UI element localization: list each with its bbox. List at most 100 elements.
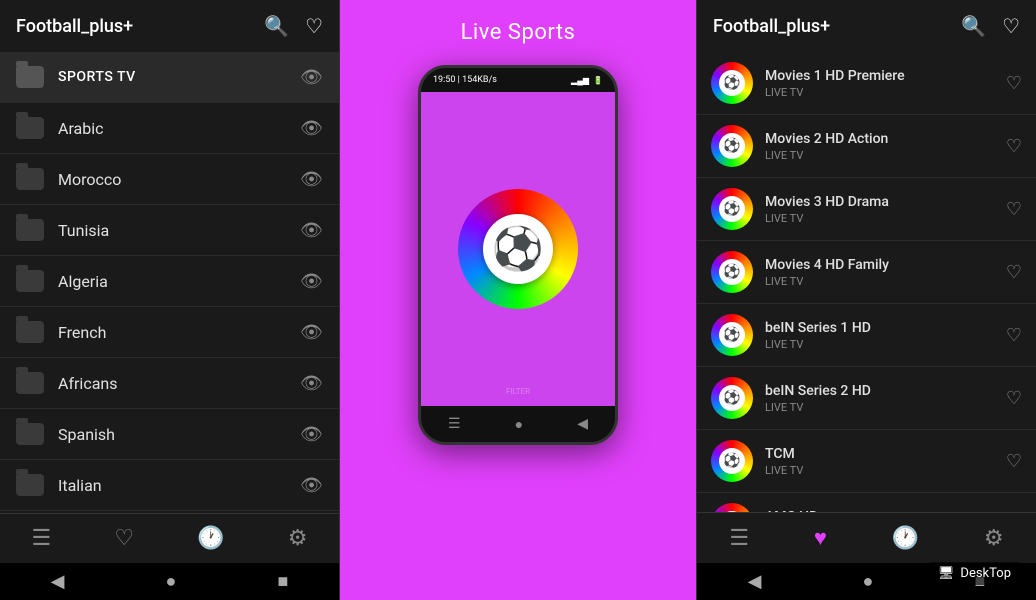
channel-title-movies3: Movies 3 HD Drama — [765, 194, 1006, 210]
right-bottom-nav: ☰ ♥ 🕐 ⚙ — [697, 512, 1036, 563]
channel-item-movies2[interactable]: ⚽ Movies 2 HD Action LIVE TV ♡ — [697, 115, 1036, 178]
left-nav-bar: ◀ ● ■ — [0, 563, 339, 600]
channel-item-bein2[interactable]: ⚽ beIN Series 2 HD LIVE TV ♡ — [697, 367, 1036, 430]
eye-icon-algeria[interactable]: 👁 — [300, 271, 323, 292]
left-nav-heart-icon[interactable]: ♡ — [114, 526, 134, 551]
channel-item-africans[interactable]: Africans 👁 — [0, 358, 339, 409]
heart-tcm[interactable]: ♡ — [1006, 451, 1022, 472]
eye-icon-morocco[interactable]: 👁 — [300, 169, 323, 190]
left-settings-icon[interactable]: ⚙ — [288, 526, 308, 551]
channel-logo-inner-tcm: ⚽ — [719, 448, 745, 474]
right-title: Football_plus+ — [713, 16, 830, 37]
left-panel: Football_plus+ 🔍 ♡ SPORTS TV 👁 Arabic 👁 … — [0, 0, 340, 600]
channel-item-bein1[interactable]: ⚽ beIN Series 1 HD LIVE TV ♡ — [697, 304, 1036, 367]
heart-bein2[interactable]: ♡ — [1006, 388, 1022, 409]
folder-icon-africans — [16, 372, 44, 394]
eye-icon-french[interactable]: 👁 — [300, 322, 323, 343]
left-search-icon[interactable]: 🔍 — [264, 14, 289, 38]
phone-screen: ⚽ FILTER — [421, 92, 615, 406]
eye-icon-tunisia[interactable]: 👁 — [300, 220, 323, 241]
right-settings-icon[interactable]: ⚙ — [984, 526, 1004, 551]
channel-subtitle-tcm: LIVE TV — [765, 464, 1006, 477]
channel-item-sports-tv[interactable]: SPORTS TV 👁 — [0, 52, 339, 103]
channel-item-tcm[interactable]: ⚽ TCM LIVE TV ♡ — [697, 430, 1036, 493]
watermark-icon: 🖥 — [938, 566, 955, 581]
left-bottom-nav: ☰ ♡ 🕐 ⚙ — [0, 513, 339, 563]
eye-icon-italian[interactable]: 👁 — [300, 475, 323, 496]
watermark-label: DeskTop — [960, 566, 1011, 581]
heart-movies2[interactable]: ♡ — [1006, 136, 1022, 157]
channel-item-arabic[interactable]: Arabic 👁 — [0, 103, 339, 154]
channel-title-tcm: TCM — [765, 446, 1006, 462]
right-back-btn[interactable]: ◀ — [748, 571, 762, 592]
channel-info-movies4: Movies 4 HD Family LIVE TV — [765, 257, 1006, 288]
channel-logo-inner-bein1: ⚽ — [719, 322, 745, 348]
folder-icon-italian — [16, 474, 44, 496]
channel-item-french[interactable]: French 👁 — [0, 307, 339, 358]
left-home-btn[interactable]: ● — [166, 571, 177, 592]
folder-icon-spanish — [16, 423, 44, 445]
channel-info-movies1: Movies 1 HD Premiere LIVE TV — [765, 68, 1006, 99]
heart-movies1[interactable]: ♡ — [1006, 73, 1022, 94]
eye-icon-sports-tv[interactable]: 👁 — [300, 67, 323, 88]
channel-logo-inner-movies3: ⚽ — [719, 196, 745, 222]
phone-bottom-nav: ☰ ● ◀ — [421, 406, 615, 442]
eye-icon-spanish[interactable]: 👁 — [300, 424, 323, 445]
right-search-icon[interactable]: 🔍 — [961, 14, 986, 38]
left-channel-list: SPORTS TV 👁 Arabic 👁 Morocco 👁 Tunisia 👁… — [0, 52, 339, 513]
channel-name-algeria: Algeria — [58, 272, 300, 291]
channel-item-algeria[interactable]: Algeria 👁 — [0, 256, 339, 307]
left-heart-icon[interactable]: ♡ — [305, 14, 323, 38]
right-header-icons: 🔍 ♡ — [961, 14, 1020, 38]
channel-item-amc[interactable]: ⚽ AMC HD LIVE TV ♡ — [697, 493, 1036, 512]
right-channel-list: ⚽ Movies 1 HD Premiere LIVE TV ♡ ⚽ Movie… — [697, 52, 1036, 512]
right-header: Football_plus+ 🔍 ♡ — [697, 0, 1036, 52]
channel-item-movies3[interactable]: ⚽ Movies 3 HD Drama LIVE TV ♡ — [697, 178, 1036, 241]
left-header-icons: 🔍 ♡ — [264, 14, 323, 38]
channel-name-french: French — [58, 323, 300, 342]
channel-logo-inner-movies4: ⚽ — [719, 259, 745, 285]
right-history-icon[interactable]: 🕐 — [892, 526, 919, 551]
channel-subtitle-movies1: LIVE TV — [765, 86, 1006, 99]
channel-subtitle-movies2: LIVE TV — [765, 149, 1006, 162]
channel-name-morocco: Morocco — [58, 170, 300, 189]
left-back-btn[interactable]: ◀ — [51, 571, 65, 592]
channel-item-italian[interactable]: Italian 👁 — [0, 460, 339, 511]
desktop-watermark: 🖥 DeskTop — [928, 562, 1021, 585]
left-square-btn[interactable]: ■ — [278, 571, 289, 592]
channel-logo-inner-movies1: ⚽ — [719, 70, 745, 96]
channel-item-movies4[interactable]: ⚽ Movies 4 HD Family LIVE TV ♡ — [697, 241, 1036, 304]
channel-logo-movies1: ⚽ — [711, 62, 753, 104]
channel-item-tunisia[interactable]: Tunisia 👁 — [0, 205, 339, 256]
right-heart-icon[interactable]: ♡ — [1002, 14, 1020, 38]
heart-bein1[interactable]: ♡ — [1006, 325, 1022, 346]
eye-icon-africans[interactable]: 👁 — [300, 373, 323, 394]
eye-icon-arabic[interactable]: 👁 — [300, 118, 323, 139]
channel-item-spanish[interactable]: Spanish 👁 — [0, 409, 339, 460]
channel-subtitle-bein1: LIVE TV — [765, 338, 1006, 351]
left-menu-icon[interactable]: ☰ — [32, 526, 52, 551]
left-title: Football_plus+ — [16, 16, 133, 37]
channel-item-movies1[interactable]: ⚽ Movies 1 HD Premiere LIVE TV ♡ — [697, 52, 1036, 115]
channel-item-morocco[interactable]: Morocco 👁 — [0, 154, 339, 205]
heart-movies3[interactable]: ♡ — [1006, 199, 1022, 220]
phone-home-btn[interactable]: ● — [515, 416, 523, 433]
right-nav-heart-icon[interactable]: ♥ — [814, 525, 827, 551]
right-home-btn[interactable]: ● — [863, 571, 874, 592]
channel-logo-movies3: ⚽ — [711, 188, 753, 230]
right-menu-icon[interactable]: ☰ — [729, 526, 749, 551]
channel-name-sports-tv: SPORTS TV — [58, 69, 300, 85]
watermark-text: FILTER — [506, 387, 530, 396]
channel-title-bein2: beIN Series 2 HD — [765, 383, 1006, 399]
folder-icon-morocco — [16, 168, 44, 190]
channel-info-movies3: Movies 3 HD Drama LIVE TV — [765, 194, 1006, 225]
heart-movies4[interactable]: ♡ — [1006, 262, 1022, 283]
phone-menu-btn[interactable]: ☰ — [448, 416, 461, 432]
channel-title-movies1: Movies 1 HD Premiere — [765, 68, 1006, 84]
phone-back-btn[interactable]: ◀ — [577, 416, 588, 432]
left-history-icon[interactable]: 🕐 — [197, 526, 224, 551]
channel-name-spanish: Spanish — [58, 425, 300, 444]
channel-subtitle-movies4: LIVE TV — [765, 275, 1006, 288]
channel-info-movies2: Movies 2 HD Action LIVE TV — [765, 131, 1006, 162]
folder-icon-algeria — [16, 270, 44, 292]
